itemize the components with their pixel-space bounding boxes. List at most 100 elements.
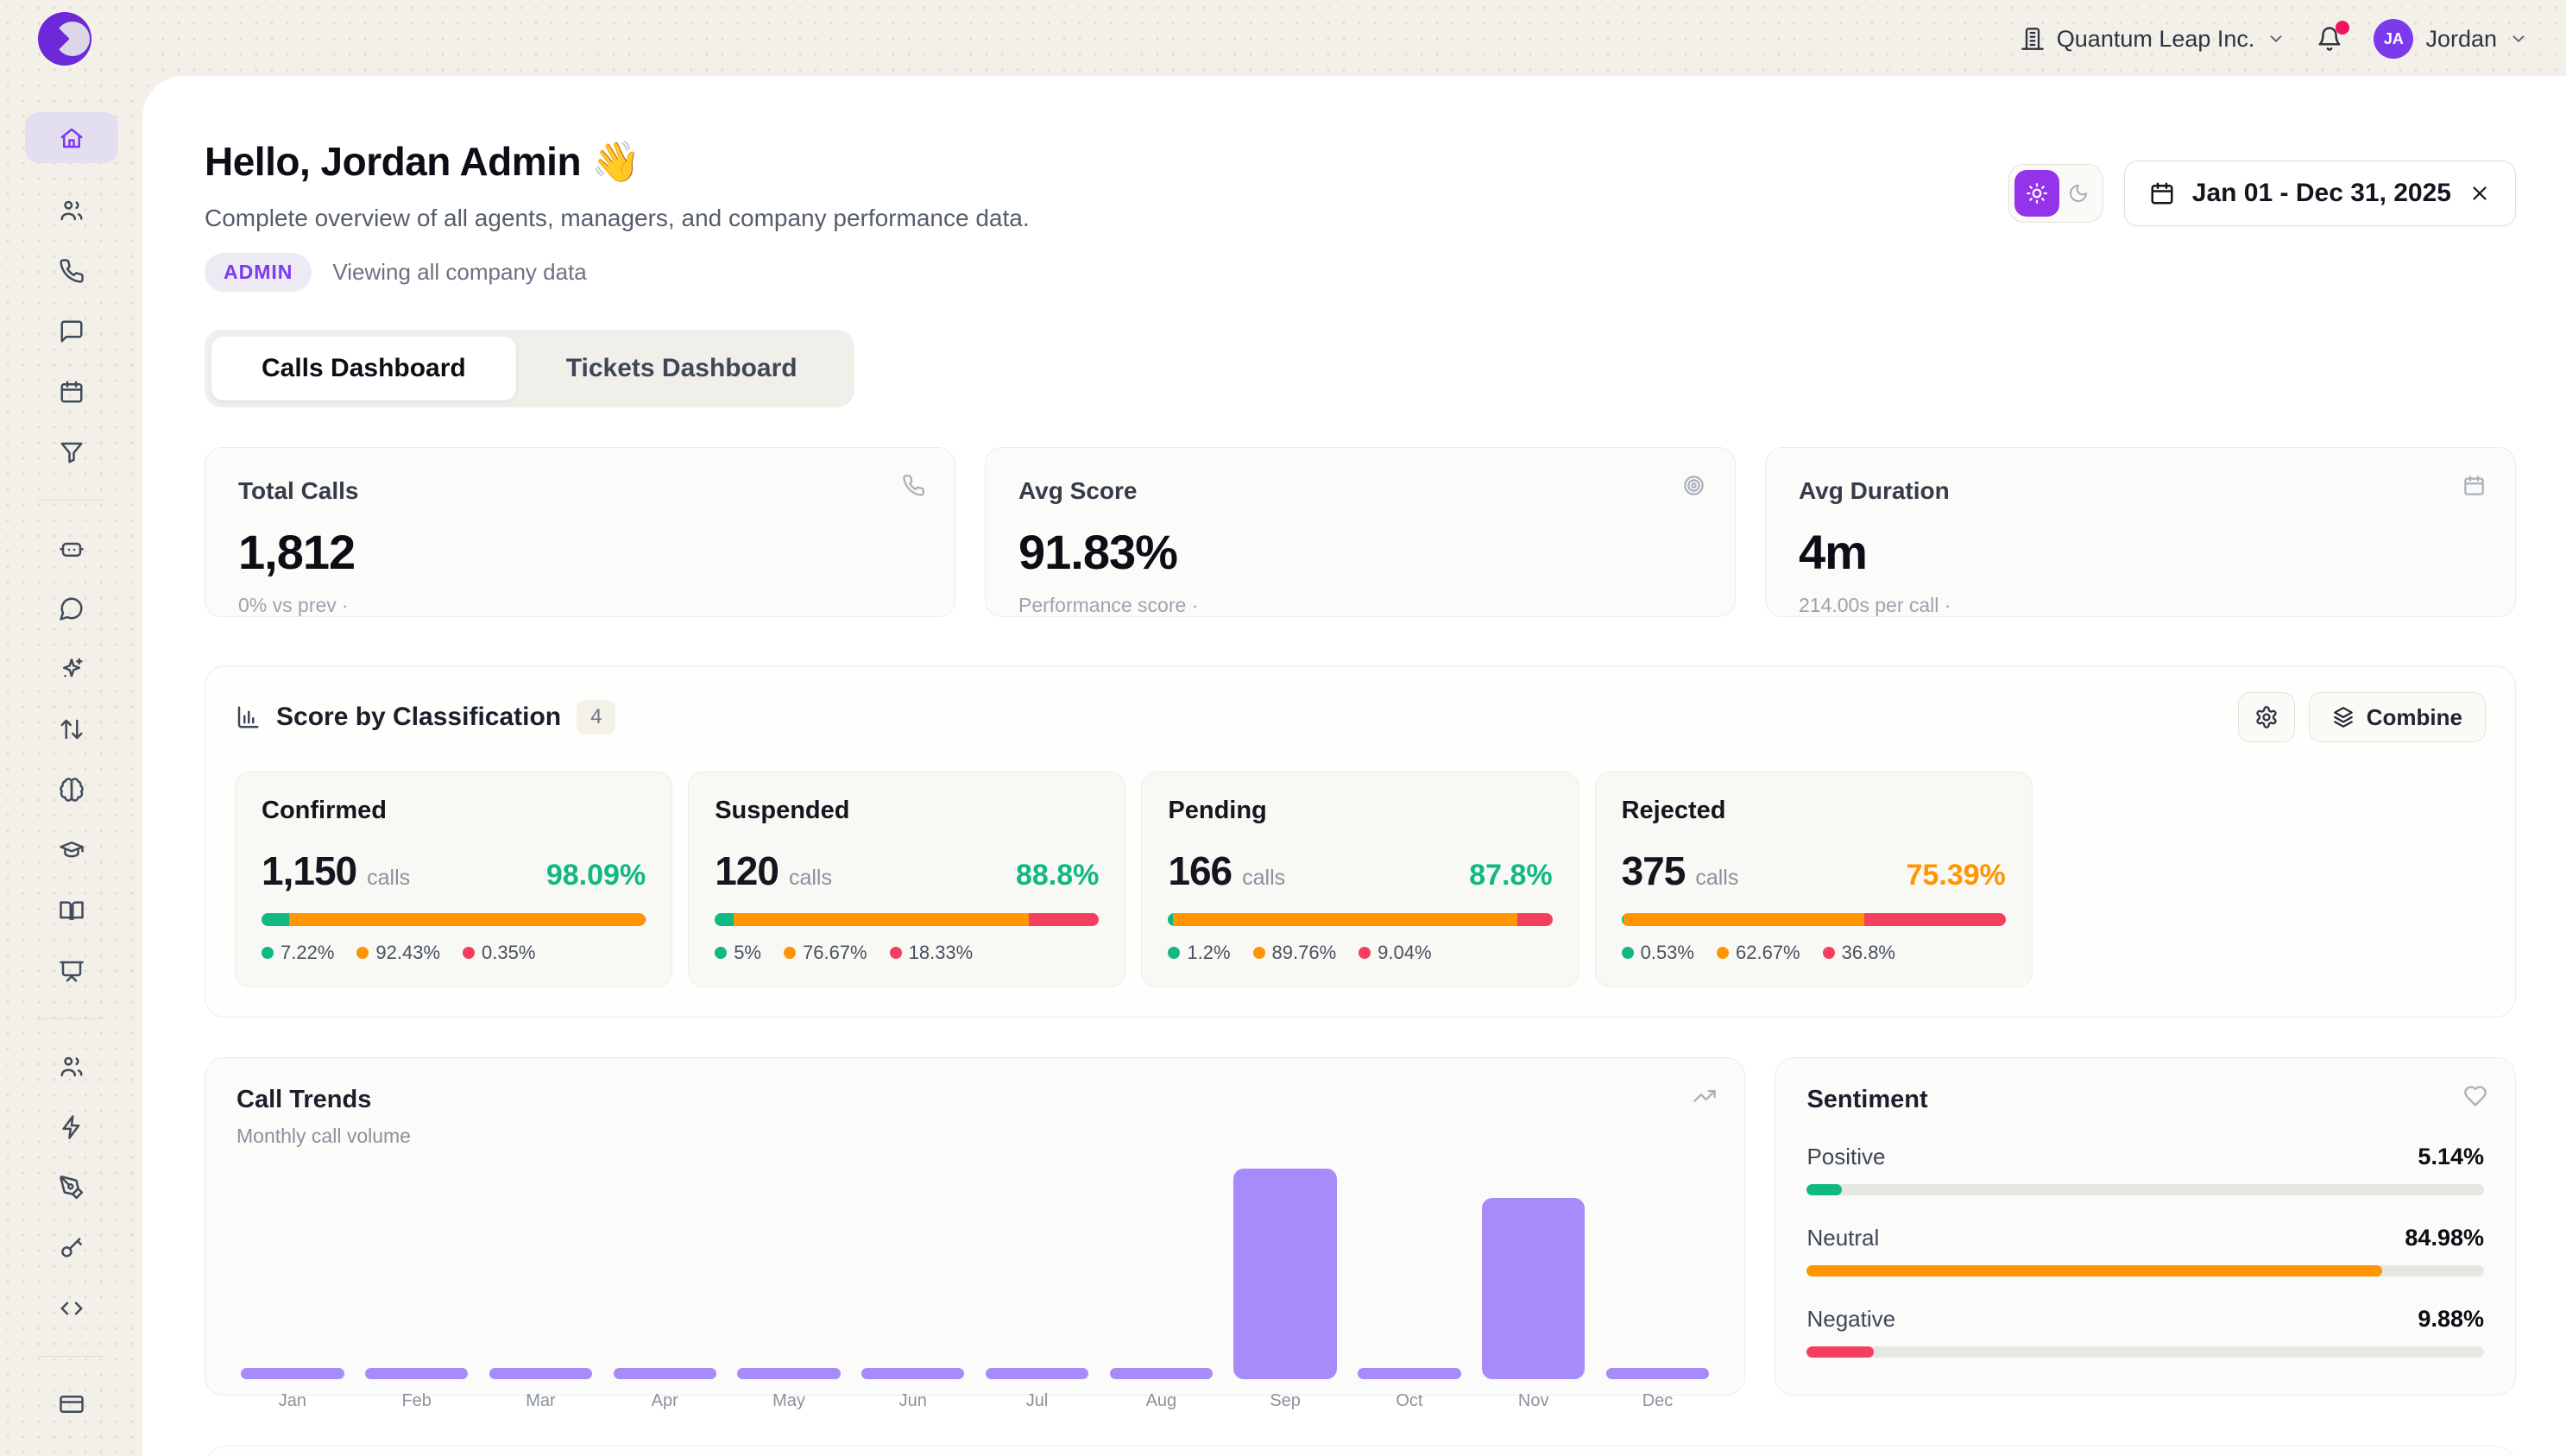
sidebar-item-ai[interactable]	[59, 656, 85, 682]
brain-icon	[59, 777, 85, 803]
username: Jordan	[2425, 26, 2497, 53]
stacked-bar	[715, 913, 1099, 926]
sentiment-row-positive: Positive 5.14%	[1806, 1144, 2484, 1195]
bar-sep[interactable]	[1233, 1169, 1336, 1379]
bar-aug[interactable]	[1110, 1368, 1213, 1379]
red-dot	[1359, 947, 1371, 959]
sidebar-divider	[37, 1356, 106, 1357]
green-dot	[1168, 947, 1180, 959]
sidebar-item-transfers[interactable]	[59, 716, 85, 742]
app-logo-icon[interactable]	[38, 12, 91, 66]
users-icon	[59, 198, 85, 224]
orange-dot	[1717, 947, 1729, 959]
empty-grid-cell	[2048, 772, 2486, 987]
theme-toggle[interactable]	[2008, 164, 2103, 223]
bar-jul[interactable]	[986, 1368, 1088, 1379]
arrow-up-down-icon	[59, 716, 85, 742]
graduation-cap-icon	[59, 837, 85, 863]
message-square-icon	[59, 318, 85, 344]
sidebar-item-calendar[interactable]	[59, 379, 85, 405]
sidebar-item-access[interactable]	[59, 1235, 85, 1261]
sidebar-item-users[interactable]	[59, 198, 85, 224]
bar-apr[interactable]	[614, 1368, 716, 1379]
role-badge: ADMIN	[205, 253, 312, 292]
orange-dot	[784, 947, 796, 959]
user-menu[interactable]: JA Jordan	[2374, 19, 2528, 59]
sidebar-item-design[interactable]	[59, 1175, 85, 1201]
key-icon	[59, 1235, 85, 1261]
dark-mode-button[interactable]	[2059, 170, 2097, 217]
calendar-icon	[2462, 474, 2486, 497]
score-percent: 75.39%	[1906, 859, 2005, 892]
bar-chart-icon	[235, 704, 261, 730]
sidebar-item-knowledge[interactable]	[59, 777, 85, 803]
red-dot	[463, 947, 475, 959]
performance-breakdown-panel: Performance Breakdown Total Calls Active…	[205, 1446, 2516, 1456]
score-percent: 87.8%	[1469, 859, 1552, 892]
sidebar-item-teams[interactable]	[59, 1054, 85, 1080]
sidebar-divider	[37, 1018, 106, 1019]
sidebar-divider	[37, 500, 106, 501]
avatar: JA	[2374, 19, 2413, 59]
notifications-button[interactable]	[2317, 26, 2342, 52]
calendar-icon	[2149, 180, 2175, 206]
classification-card-rejected: Rejected 375 calls 75.39% 0.53% 62.67% 3…	[1595, 772, 2033, 987]
sentiment-row-negative: Negative 9.88%	[1806, 1306, 2484, 1358]
tab-tickets-dashboard[interactable]: Tickets Dashboard	[516, 337, 848, 400]
bar-legend: 5% 76.67% 18.33%	[715, 942, 1099, 964]
main-content: Hello, Jordan Admin 👋 Complete overview …	[142, 76, 2566, 1456]
sidebar-item-automations[interactable]	[59, 1114, 85, 1140]
dashboard-tabs: Calls Dashboard Tickets Dashboard	[205, 330, 854, 407]
stats-row: Total Calls 1,812 0% vs prev · Avg Score…	[205, 447, 2516, 617]
sidebar-item-bot[interactable]	[59, 535, 85, 561]
sidebar-item-billing[interactable]	[59, 1391, 85, 1417]
sidebar-item-library[interactable]	[59, 898, 85, 923]
company-switcher[interactable]: Quantum Leap Inc.	[2021, 26, 2286, 53]
bar-nov[interactable]	[1482, 1198, 1585, 1379]
classification-settings-button[interactable]	[2238, 692, 2295, 742]
sidebar-item-home[interactable]	[25, 112, 118, 163]
stacked-bar	[262, 913, 646, 926]
sidebar-item-filters[interactable]	[59, 439, 85, 465]
sidebar-item-messages[interactable]	[59, 318, 85, 344]
light-mode-button[interactable]	[2014, 170, 2059, 217]
call-trends-card: Call Trends Monthly call volume JanFebMa…	[205, 1057, 1745, 1396]
book-open-icon	[59, 898, 85, 923]
classification-count-badge: 4	[577, 700, 615, 734]
classification-card-suspended: Suspended 120 calls 88.8% 5% 76.67% 18.3…	[688, 772, 1125, 987]
sidebar-item-calls[interactable]	[59, 258, 85, 284]
sidebar-item-developer[interactable]	[59, 1295, 85, 1321]
gear-icon	[2254, 705, 2279, 729]
heart-icon	[2463, 1084, 2487, 1108]
calendar-icon	[59, 379, 85, 405]
sidebar-item-training[interactable]	[59, 837, 85, 863]
bar-jun[interactable]	[861, 1368, 964, 1379]
section-title: Score by Classification	[276, 703, 561, 732]
view-note: Viewing all company data	[332, 259, 586, 286]
sidebar-item-presentations[interactable]	[59, 958, 85, 984]
stat-card-avg-score: Avg Score 91.83% Performance score ·	[985, 447, 1736, 617]
combine-button[interactable]: Combine	[2309, 692, 2486, 742]
orange-dot	[1253, 947, 1265, 959]
sidebar-item-chat[interactable]	[59, 596, 85, 621]
bar-dec[interactable]	[1606, 1368, 1709, 1379]
clear-date-button[interactable]	[2468, 182, 2491, 205]
classification-card-pending: Pending 166 calls 87.8% 1.2% 89.76% 9.04…	[1141, 772, 1579, 987]
bar-oct[interactable]	[1358, 1368, 1460, 1379]
stacked-bar	[1168, 913, 1552, 926]
funnel-icon	[59, 439, 85, 465]
zap-icon	[59, 1114, 85, 1140]
company-name: Quantum Leap Inc.	[2057, 26, 2255, 53]
stat-sub: 0% vs prev ·	[238, 594, 922, 617]
phone-icon	[902, 474, 925, 497]
page-header: Hello, Jordan Admin 👋 Complete overview …	[205, 138, 2516, 292]
bar-legend: 1.2% 89.76% 9.04%	[1168, 942, 1552, 964]
chart-subtitle: Monthly call volume	[236, 1125, 1713, 1148]
bar-may[interactable]	[737, 1368, 840, 1379]
call-trends-chart	[236, 1163, 1713, 1379]
bar-feb[interactable]	[365, 1368, 468, 1379]
date-range-picker[interactable]: Jan 01 - Dec 31, 2025	[2124, 161, 2516, 226]
bar-jan[interactable]	[241, 1368, 344, 1379]
bar-mar[interactable]	[489, 1368, 592, 1379]
tab-calls-dashboard[interactable]: Calls Dashboard	[211, 337, 516, 400]
